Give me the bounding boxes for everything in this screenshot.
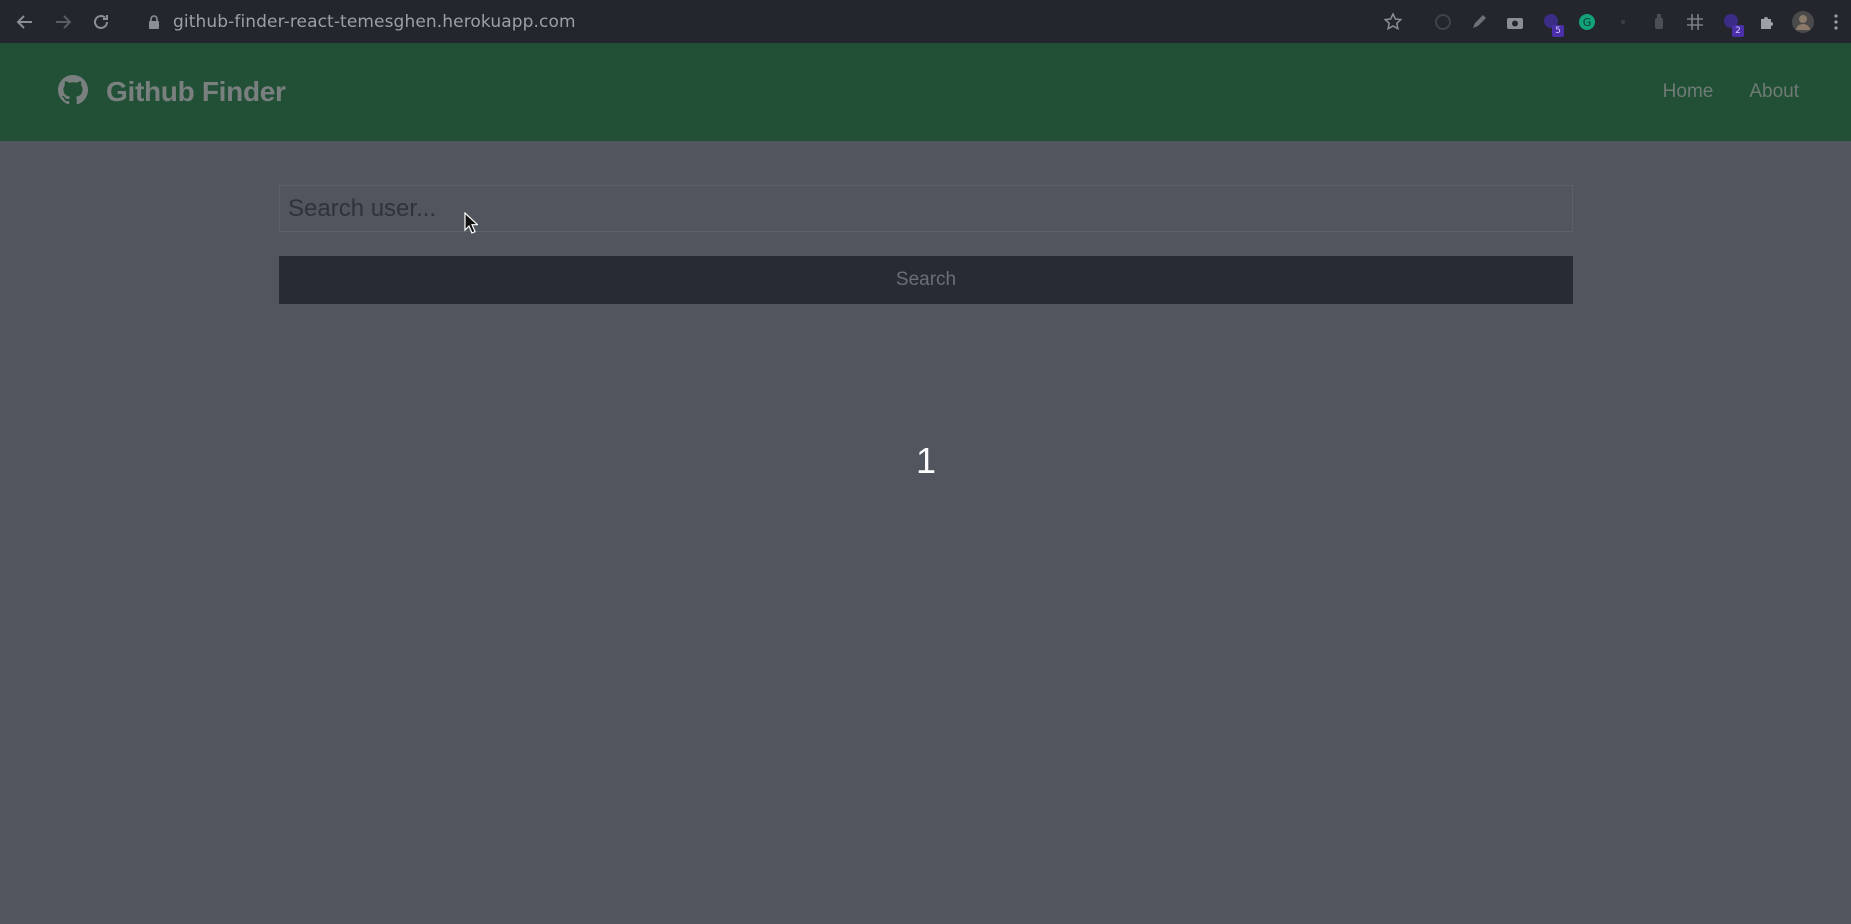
lock-icon	[148, 14, 160, 29]
mouse-cursor-icon	[464, 211, 480, 239]
reload-icon	[94, 14, 108, 29]
nav-links: Home About	[1627, 43, 1799, 141]
puzzle-icon[interactable]	[1749, 0, 1785, 43]
extension-badge-count-2: 2	[1732, 25, 1744, 37]
arrow-right-icon	[56, 14, 72, 29]
grid-icon[interactable]	[1677, 0, 1713, 43]
profile-avatar[interactable]	[1785, 0, 1821, 43]
address-bar-url[interactable]: github-finder-react-temesghen.herokuapp.…	[173, 12, 576, 32]
forward-button[interactable]	[50, 9, 76, 35]
extension-badge-count: 5	[1552, 25, 1564, 37]
extensions-area: 5 G 2	[1375, 0, 1851, 43]
extension-badge-icon-2[interactable]: 2	[1713, 0, 1749, 43]
extension-bottle-icon[interactable]	[1641, 0, 1677, 43]
pen-icon[interactable]	[1461, 0, 1497, 43]
browser-toolbar: github-finder-react-temesghen.herokuapp.…	[0, 0, 1851, 43]
nav-link-home[interactable]: Home	[1663, 81, 1714, 103]
step-number-overlay: 1	[915, 440, 937, 481]
nav-link-about[interactable]: About	[1749, 81, 1799, 103]
arrow-left-icon	[16, 14, 32, 29]
bookmark-star-icon[interactable]	[1375, 0, 1411, 43]
svg-text:G: G	[1583, 16, 1592, 29]
app-navbar: Github Finder Home About	[0, 43, 1851, 141]
brand-title: Github Finder	[106, 76, 286, 107]
github-icon	[58, 74, 89, 110]
search-button[interactable]: Search	[279, 256, 1573, 304]
extension-badge-icon[interactable]: 5	[1533, 0, 1569, 43]
grammarly-icon[interactable]: G	[1569, 0, 1605, 43]
extension-circle-icon[interactable]	[1425, 0, 1461, 43]
camera-icon[interactable]	[1497, 0, 1533, 43]
menu-dots-icon[interactable]	[1821, 0, 1851, 43]
extension-dot-icon[interactable]	[1605, 0, 1641, 43]
back-button[interactable]	[12, 9, 38, 35]
brand[interactable]: Github Finder	[58, 74, 286, 110]
reload-button[interactable]	[88, 9, 114, 35]
